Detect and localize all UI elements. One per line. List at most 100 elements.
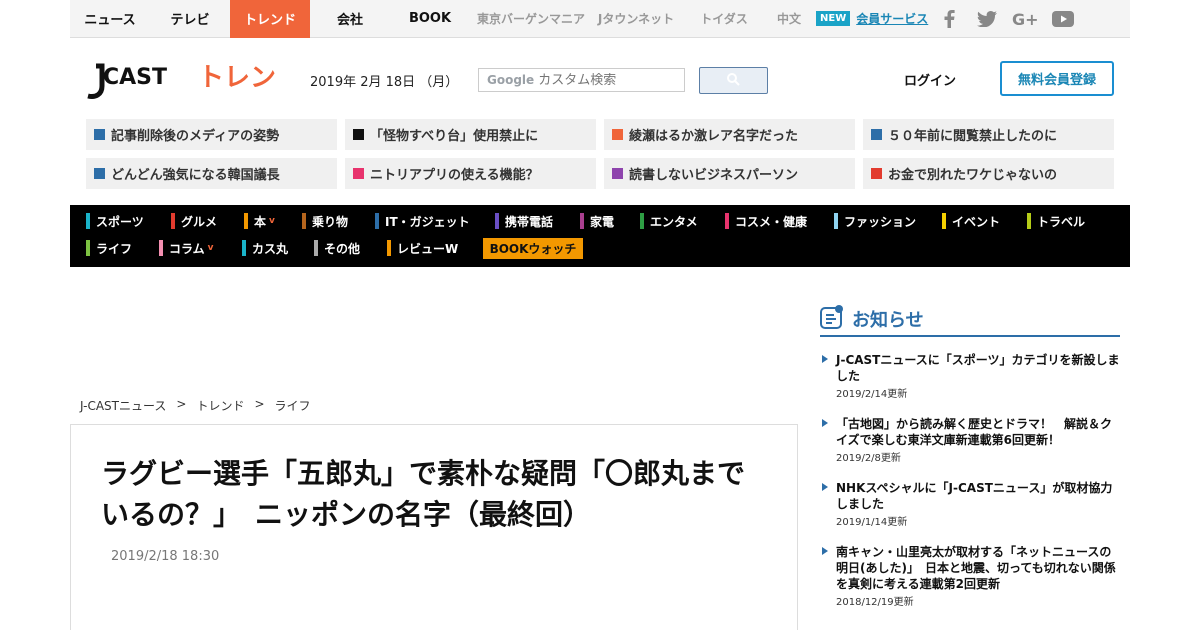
google-plus-icon[interactable]: G+ (1006, 0, 1044, 38)
notice-icon (820, 304, 844, 333)
nav-jtown[interactable]: Jタウンネット (592, 0, 680, 38)
category-marker (1027, 213, 1031, 229)
breadcrumb-separator: > (176, 397, 187, 411)
headline-text: 記事削除後のメディアの姿勢 (111, 129, 280, 144)
svg-text:G+: G+ (1012, 11, 1038, 27)
jcast-trend-logo[interactable]: CAST トレンド (86, 58, 302, 100)
category-label: 乗り物 (312, 214, 349, 229)
category-cosme-health[interactable]: コスメ・健康 (725, 213, 807, 229)
category-marker (159, 240, 163, 256)
notice-item[interactable]: 南キャン・山里亮太が取材する「ネットニュースの明日(あした)」 日本と地震、切っ… (820, 544, 1120, 608)
headline-item[interactable]: 「怪物すべり台」使用禁止に (345, 119, 596, 150)
category-label: ライフ (96, 241, 133, 256)
headline-item[interactable]: ニトリアプリの使える機能？ (345, 158, 596, 189)
register-button[interactable]: 無料会員登録 (1000, 61, 1114, 96)
headline-marker (871, 129, 882, 140)
category-label: レビューW (397, 241, 459, 256)
notice-text: NHKスペシャルに「J-CASTニュース」が取材協力しました (836, 481, 1113, 511)
notice-text: 「古地図」から読み解く歴史とドラマ！ 解説＆クイズで楽しむ東洋文庫新連載第6回更… (836, 417, 1113, 447)
member-service-link[interactable]: 会員サービス (856, 10, 928, 27)
headline-item[interactable]: 記事削除後のメディアの姿勢 (86, 119, 337, 150)
breadcrumb-life[interactable]: ライフ (275, 397, 311, 414)
headline-marker (612, 129, 623, 140)
nav-tv[interactable]: テレビ (150, 0, 230, 38)
notice-text: J-CASTニュースに「スポーツ」カテゴリを新設しました (836, 353, 1120, 383)
nav-book[interactable]: BOOK (390, 0, 470, 38)
category-travel[interactable]: トラベル (1027, 213, 1085, 229)
nav-company[interactable]: 会社 (310, 0, 390, 38)
login-link[interactable]: ログイン (904, 70, 956, 89)
category-marker (375, 213, 379, 229)
facebook-icon[interactable] (930, 0, 968, 38)
new-badge: NEW (816, 11, 851, 26)
category-marker (314, 240, 318, 256)
notice-text: 南キャン・山里亮太が取材する「ネットニュースの明日(あした)」 日本と地震、切っ… (836, 545, 1116, 591)
bookwatch-button[interactable]: BOOKウォッチ (483, 238, 583, 259)
headline-text: 綾瀬はるか激レア名字だった (629, 129, 799, 144)
triangle-right-icon (822, 419, 828, 427)
category-marker (86, 240, 90, 256)
nav-trend[interactable]: トレンド (230, 0, 310, 38)
twitter-icon[interactable] (968, 0, 1006, 38)
category-sports[interactable]: スポーツ (86, 213, 144, 229)
search-box[interactable]: Google (478, 68, 685, 92)
svg-text:CAST: CAST (103, 65, 167, 90)
search-button[interactable] (699, 67, 768, 94)
category-vehicles[interactable]: 乗り物 (302, 213, 348, 229)
notice-header: お知らせ (820, 302, 1120, 337)
notice-updated: 2019/2/8更新 (836, 453, 901, 464)
triangle-right-icon (822, 547, 828, 555)
category-column[interactable]: コラム v (159, 240, 214, 256)
breadcrumb-trend[interactable]: トレンド (196, 397, 244, 414)
notice-item[interactable]: NHKスペシャルに「J-CASTニュース」が取材協力しました 2019/1/14… (820, 480, 1120, 528)
category-label: イベント (952, 214, 1001, 229)
breadcrumb: J-CASTニュース > トレンド > ライフ (80, 397, 311, 414)
notice-item[interactable]: J-CASTニュースに「スポーツ」カテゴリを新設しました 2019/2/14更新 (820, 352, 1120, 400)
category-other[interactable]: その他 (314, 240, 360, 256)
nav-news[interactable]: ニュース (70, 0, 150, 38)
category-label: IT・ガジェット (385, 214, 470, 229)
breadcrumb-home[interactable]: J-CASTニュース (80, 397, 166, 414)
notice-item[interactable]: 「古地図」から読み解く歴史とドラマ！ 解説＆クイズで楽しむ東洋文庫新連載第6回更… (820, 416, 1120, 464)
svg-text:トレンド: トレンド (198, 63, 281, 93)
category-marker (640, 213, 644, 229)
nav-chinese[interactable]: 中文 (768, 0, 810, 38)
headline-item[interactable]: お金で別れたワケじゃないの (863, 158, 1114, 189)
category-it-gadget[interactable]: IT・ガジェット (375, 213, 470, 229)
headline-text: どんどん強気になる韓国議長 (111, 168, 280, 183)
category-review-w[interactable]: レビューW (387, 240, 458, 256)
category-event[interactable]: イベント (942, 213, 1000, 229)
headline-marker (612, 168, 623, 179)
category-marker (302, 213, 306, 229)
nav-bargain-mania[interactable]: 東京バーゲンマニア (470, 0, 592, 38)
triangle-right-icon (822, 355, 828, 363)
category-fashion[interactable]: ファッション (834, 213, 916, 229)
youtube-icon[interactable] (1044, 0, 1082, 38)
category-mobile[interactable]: 携帯電話 (495, 213, 553, 229)
category-marker (834, 213, 838, 229)
article-date: 2019/2/18 18:30 (111, 549, 220, 564)
category-label: コスメ・健康 (735, 214, 808, 229)
notice-updated: 2019/1/14更新 (836, 517, 908, 528)
headline-item[interactable]: 読書しないビジネスパーソン (604, 158, 855, 189)
page: ニュース テレビ トレンド 会社 BOOK 東京バーゲンマニア Jタウンネット … (0, 0, 1200, 630)
category-appliances[interactable]: 家電 (580, 213, 614, 229)
headline-item[interactable]: どんどん強気になる韓国議長 (86, 158, 337, 189)
category-book[interactable]: 本v (244, 213, 275, 229)
nav-toidas[interactable]: トイダス (680, 0, 768, 38)
category-kasumaru[interactable]: カス丸 (242, 240, 288, 256)
top-nav: ニュース テレビ トレンド 会社 BOOK 東京バーゲンマニア Jタウンネット … (70, 0, 1130, 38)
triangle-right-icon (822, 483, 828, 491)
article-card: ラグビー選手「五郎丸」で素朴な疑問「〇郎丸までいるの？」 ニッポンの名字（最終回… (70, 424, 798, 630)
category-life[interactable]: ライフ (86, 240, 132, 256)
headline-text: ５０年前に閲覧禁止したのに (888, 129, 1058, 144)
article-title: ラグビー選手「五郎丸」で素朴な疑問「〇郎丸までいるの？」 ニッポンの名字（最終回… (101, 457, 746, 531)
headline-item[interactable]: ５０年前に閲覧禁止したのに (863, 119, 1114, 150)
category-gourmet[interactable]: グルメ (171, 213, 217, 229)
headline-item[interactable]: 綾瀬はるか激レア名字だった (604, 119, 855, 150)
headline-marker (353, 168, 364, 179)
search-input[interactable] (538, 72, 679, 88)
category-marker (942, 213, 946, 229)
category-entertainment[interactable]: エンタメ (640, 213, 698, 229)
member-service[interactable]: NEW 会員サービス (810, 0, 930, 38)
